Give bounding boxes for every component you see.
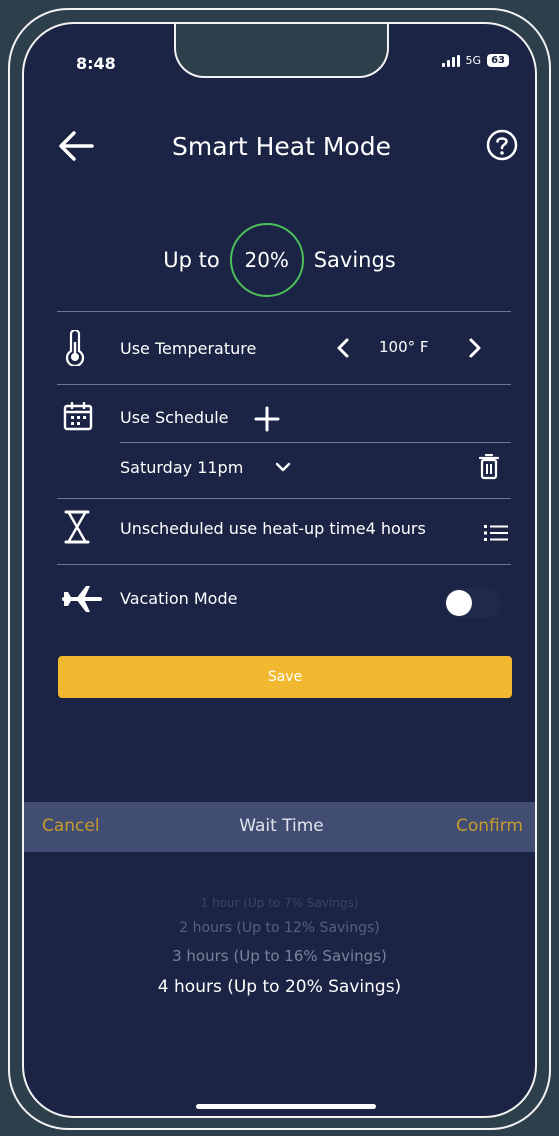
status-indicators: 5G 63 [441, 54, 509, 67]
calendar-icon [63, 402, 93, 431]
unscheduled-heatup-row[interactable]: Unscheduled use heat-up time4 hours [120, 519, 426, 538]
page-title: Smart Heat Mode [172, 132, 391, 161]
list-icon[interactable] [484, 523, 508, 543]
savings-summary: Up to 20% Savings [24, 223, 535, 297]
unscheduled-label: Unscheduled use heat-up time [120, 519, 366, 538]
save-button[interactable]: Save [58, 656, 512, 698]
savings-suffix: Savings [313, 248, 396, 272]
temperature-decrease-button[interactable] [334, 337, 352, 359]
picker-option[interactable]: 1 hour (Up to 7% Savings) [24, 892, 535, 914]
savings-percent: 20% [229, 223, 304, 297]
temperature-increase-button[interactable] [466, 337, 484, 359]
status-time: 8:48 [76, 54, 116, 73]
wait-time-picker[interactable]: 1 hour (Up to 7% Savings) 2 hours (Up to… [24, 892, 535, 1004]
hourglass-icon [64, 510, 90, 544]
add-schedule-button[interactable] [254, 406, 280, 432]
picker-option[interactable]: 2 hours (Up to 12% Savings) [24, 914, 535, 942]
question-circle-icon[interactable] [485, 128, 519, 162]
use-temperature-label: Use Temperature [120, 339, 257, 358]
temperature-value: 100° F [379, 338, 429, 356]
picker-option[interactable]: 3 hours (Up to 16% Savings) [24, 942, 535, 970]
toggle-knob [446, 590, 472, 616]
divider [57, 564, 511, 565]
divider [57, 384, 511, 385]
picker-confirm-button[interactable]: Confirm [456, 816, 523, 836]
thermometer-icon [65, 330, 85, 366]
divider [57, 498, 511, 499]
trash-icon[interactable] [478, 454, 500, 480]
home-indicator[interactable] [196, 1104, 376, 1109]
battery-icon: 63 [487, 54, 509, 67]
picker-toolbar: Cancel Wait Time Confirm [24, 802, 535, 852]
chevron-down-icon[interactable] [274, 460, 292, 476]
notch [174, 24, 389, 78]
use-schedule-label: Use Schedule [120, 408, 229, 427]
vacation-mode-label: Vacation Mode [120, 589, 238, 608]
vacation-mode-toggle[interactable] [444, 588, 500, 618]
savings-prefix: Up to [163, 248, 220, 272]
divider [120, 442, 511, 443]
picker-option-selected[interactable]: 4 hours (Up to 20% Savings) [24, 970, 535, 1004]
schedule-entry[interactable]: Saturday 11pm [120, 458, 243, 477]
airplane-icon [62, 586, 102, 612]
header: Smart Heat Mode [24, 124, 535, 168]
network-label: 5G [465, 54, 482, 67]
signal-icon [441, 54, 460, 67]
app-screen: 8:48 5G 63 Smart Heat Mode Up to 20% Sav… [22, 22, 537, 1118]
unscheduled-value: 4 hours [365, 519, 426, 538]
divider [57, 311, 511, 312]
